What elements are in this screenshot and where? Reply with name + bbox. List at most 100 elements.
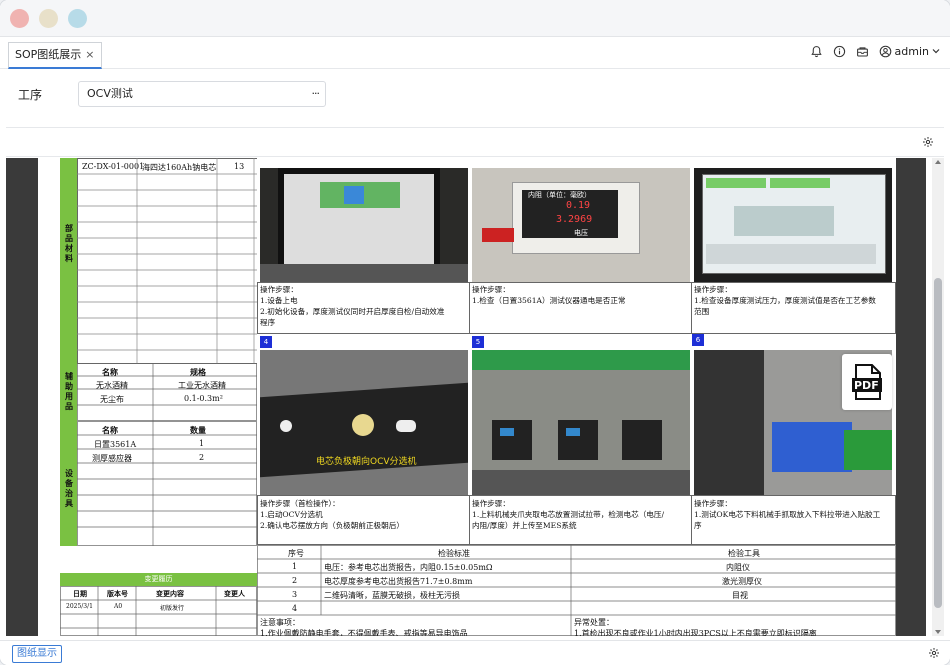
scroll-thumb[interactable]	[934, 278, 942, 608]
aux-header-spec: 规格	[190, 367, 206, 377]
scroll-up-icon[interactable]	[935, 160, 941, 164]
user-icon	[879, 45, 891, 57]
tool-header-name: 名称	[102, 425, 118, 435]
top-right-toolbar: admin	[810, 41, 940, 61]
step5-line1: 1.上料机械夹爪夹取电芯放置测试拉带，检测电芯（电压/	[472, 510, 665, 519]
step1-line2: 2.初始化设备，厚度测试仪同时开启厚度自检/自动效准	[260, 307, 445, 316]
tab-sop-drawing[interactable]: SOP图纸展示 ×	[8, 42, 102, 69]
photo-step1	[260, 168, 468, 282]
step4-line1: 1.启动OCV分选机	[260, 510, 323, 519]
tab-bar: SOP图纸展示 ×	[0, 37, 950, 69]
bottom-bar: 图纸显示	[0, 640, 950, 665]
insp-row4-no: 4	[292, 604, 298, 613]
document-viewer[interactable]: 部品材料 ZC-DX-01-0001 海四达160Ah钠电芯 13 辅助用品 名…	[6, 158, 926, 636]
insp-row3-tool: 目视	[732, 591, 748, 600]
insp-row1-std: 电压：参考电芯出货报告，内阻0.15±0.05mΩ	[324, 563, 493, 572]
step3-title: 操作步骤：	[694, 285, 732, 294]
step4-line2: 2.确认电芯摆放方向（负极朝前正极朝后）	[260, 521, 404, 530]
meter-title: 内阻（单位：毫欧）	[528, 191, 591, 199]
step6-line2: 序	[694, 521, 702, 530]
bottom-gear-icon[interactable]	[928, 647, 940, 659]
step6-title: 操作步骤：	[694, 499, 732, 508]
change-row-date: 2025/3/1	[66, 603, 93, 610]
step2-text: 操作步骤： 1.检查（日置3561A）测试仪器通电是否正常	[472, 284, 626, 306]
change-header-content: 变更内容	[156, 589, 184, 598]
user-name: admin	[894, 44, 929, 58]
meter-value2: 3.2969	[556, 214, 593, 225]
drawing-display-tab[interactable]: 图纸显示	[12, 645, 62, 663]
tab-close-icon[interactable]: ×	[85, 48, 94, 61]
ocv-caption: 电芯负极朝向OCV分选机	[316, 457, 417, 467]
steps-divider3	[469, 495, 470, 545]
steps-divider2	[691, 282, 692, 334]
app-window: SOP图纸展示 × admin 工序 OCV测试 ··· 部 品 材 料 ZC-…	[0, 0, 950, 665]
more-button[interactable]: ···	[312, 82, 320, 106]
maximize-window-button[interactable]	[68, 9, 87, 28]
insp-row1-tool: 内阻仪	[726, 563, 750, 572]
aux-header-name: 名称	[102, 367, 118, 377]
minimize-window-button[interactable]	[39, 9, 58, 28]
step1-text: 操作步骤： 1.设备上电 2.初始化设备，厚度测试仪同时开启厚度自检/自动效准 …	[260, 284, 444, 328]
tool-row1-qty: 1	[199, 439, 205, 448]
change-header-date: 日期	[73, 589, 87, 598]
change-row-version: A0	[114, 603, 123, 610]
sop-document: 部品材料 ZC-DX-01-0001 海四达160Ah钠电芯 13 辅助用品 名…	[38, 158, 896, 636]
insp-row3-std: 二维码清晰，蓝膜无破损，极柱无污损	[324, 591, 460, 600]
change-header-person: 变更人	[224, 589, 245, 598]
insp-header-no: 序号	[288, 549, 304, 558]
process-value: OCV测试	[87, 87, 133, 100]
parts-grid-lines	[77, 158, 257, 364]
step-number-5: 5	[472, 336, 484, 348]
step4-text: 操作步骤（首检操作）： 1.启动OCV分选机 2.确认电芯摆放方向（负极朝前正极…	[260, 498, 404, 531]
change-header-version: 版本号	[107, 589, 128, 598]
insp-row3-no: 3	[292, 590, 298, 599]
process-select[interactable]: OCV测试 ···	[78, 81, 326, 107]
step4-title: 操作步骤（首检操作）：	[260, 499, 340, 508]
info-icon[interactable]	[833, 45, 846, 58]
gear-icon[interactable]	[922, 136, 934, 148]
insp-row2-tool: 激光测厚仪	[722, 577, 762, 586]
insp-header-std: 检验标准	[438, 549, 470, 558]
bell-icon[interactable]	[810, 45, 823, 58]
title-bar	[0, 0, 950, 37]
step3-line2: 范围	[694, 307, 710, 316]
aux-section-label: 辅助用品	[65, 371, 73, 411]
notes-line: 1.作业佩戴防静电手套，不得佩戴手表、戒指等易导电饰品	[260, 629, 468, 636]
insp-header-tool: 检验工具	[728, 549, 760, 558]
scroll-down-icon[interactable]	[935, 630, 941, 634]
inbox-icon[interactable]	[856, 45, 869, 58]
step3-line1: 1.检查设备厚度测试压力，厚度测试值是否在工艺参数	[694, 296, 876, 305]
process-label: 工序	[18, 88, 43, 102]
abnormal-line: 1.首检出现不良或作业1小时内出现3PCS以上不良需要立即标识隔离	[574, 629, 817, 636]
meter-value: 0.19	[566, 200, 591, 211]
photo-step2: 内阻（单位：毫欧） 0.19 3.2969 电压	[472, 168, 690, 282]
insp-row1-no: 1	[292, 562, 298, 571]
tool-row2-name: 测厚感应器	[92, 454, 132, 463]
photo-step3	[694, 168, 892, 282]
insp-row2-std: 电芯厚度参考电芯出货报告71.7±0.8mm	[324, 577, 473, 586]
vertical-scrollbar[interactable]	[932, 158, 944, 636]
aux-row1-name: 无水酒精	[96, 381, 128, 390]
aux-row2-name: 无尘布	[100, 395, 124, 404]
aux-row1-spec: 工业无水酒精	[178, 381, 226, 390]
step5-line2: 内阻/厚度）并上传至MES系统	[472, 521, 577, 530]
step2-title: 操作步骤：	[472, 285, 510, 294]
step2-line1: 1.检查（日置3561A）测试仪器通电是否正常	[472, 296, 626, 305]
steps-divider1	[469, 282, 470, 334]
step1-line1: 1.设备上电	[260, 296, 298, 305]
pdf-download-button[interactable]: PDF	[842, 354, 892, 410]
step-number-4: 4	[260, 336, 272, 348]
close-window-button[interactable]	[10, 9, 29, 28]
meter-caption: 电压	[574, 229, 588, 237]
abnormal-label: 异常处置：	[574, 618, 614, 627]
tools-section-label: 设备治具	[65, 468, 73, 508]
step3-text: 操作步骤： 1.检查设备厚度测试压力，厚度测试值是否在工艺参数 范围	[694, 284, 876, 317]
parts-section-label: 部品材料	[65, 223, 73, 263]
tool-header-qty: 数量	[190, 425, 206, 435]
step6-line1: 1.测试OK电芯下料机械手抓取放入下料拉带进入贴胶工	[694, 510, 881, 519]
change-record-title: 变更履历	[60, 573, 257, 586]
user-menu[interactable]: admin	[879, 45, 940, 58]
viewer-toolbar	[6, 128, 944, 157]
photo-step4: 电芯负极朝向OCV分选机	[260, 350, 468, 495]
notes-label: 注意事项：	[260, 618, 300, 627]
